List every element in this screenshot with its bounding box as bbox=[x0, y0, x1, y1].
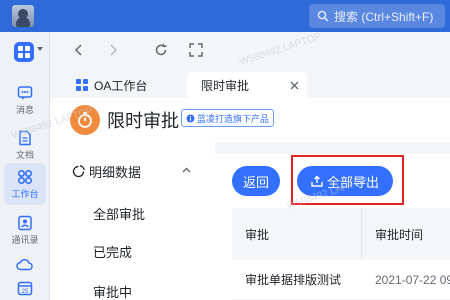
grid-app-icon bbox=[76, 79, 88, 91]
rail-label: 通讯录 bbox=[11, 234, 39, 245]
title-bar: 搜索 (Ctrl+Shift+F) bbox=[0, 0, 450, 32]
vendor-badge-label: 蓝凌打造旗下产品 bbox=[197, 113, 270, 124]
expand-icon bbox=[189, 43, 203, 57]
back-button-label: 返回 bbox=[242, 174, 269, 190]
search-placeholder: 搜索 (Ctrl+Shift+F) bbox=[334, 9, 434, 24]
fullscreen-button[interactable] bbox=[186, 40, 206, 60]
tab-label: OA工作台 bbox=[94, 78, 148, 93]
close-icon[interactable] bbox=[290, 81, 299, 90]
export-panel: 返回 全部导出 审批 审批时间 审批单据排版测试 2021-07-22 09 bbox=[215, 142, 450, 300]
rail-item-messages[interactable]: 消息 bbox=[4, 79, 46, 121]
column-header-time: 审批时间 bbox=[362, 208, 450, 260]
app-title: 限时审批 bbox=[107, 111, 179, 131]
column-header-approval: 审批 bbox=[232, 208, 362, 260]
pie-chart-icon bbox=[72, 165, 85, 178]
rail-label: 消息 bbox=[15, 104, 34, 115]
rail-item-calendar[interactable]: 25 bbox=[4, 276, 46, 300]
workbench-icon bbox=[17, 169, 33, 184]
refresh-icon bbox=[155, 43, 168, 56]
tab-oa-workbench[interactable]: OA工作台 bbox=[76, 72, 147, 98]
table-cell-time: 2021-07-22 09 bbox=[362, 260, 450, 300]
subnav-item-in-progress[interactable]: 审批中 bbox=[93, 282, 132, 300]
apps-grid-icon[interactable] bbox=[14, 42, 34, 62]
search-icon bbox=[317, 10, 329, 22]
detail-subnav: 明细数据 全部审批 已完成 审批中 bbox=[50, 142, 200, 300]
contacts-icon bbox=[18, 215, 32, 230]
back-nav-button[interactable] bbox=[69, 40, 89, 60]
rail-item-contacts[interactable]: 通讯录 bbox=[4, 209, 46, 251]
user-avatar[interactable] bbox=[12, 5, 34, 27]
calendar-icon: 25 bbox=[17, 281, 33, 296]
message-icon bbox=[17, 85, 33, 100]
calendar-day: 25 bbox=[22, 289, 29, 295]
rail-label: 工作台 bbox=[11, 188, 39, 199]
refresh-button[interactable] bbox=[151, 40, 171, 60]
approval-table: 审批 审批时间 审批单据排版测试 2021-07-22 09 bbox=[232, 208, 450, 300]
left-rail: 消息 文档 工作台 通讯录 25 bbox=[0, 32, 50, 300]
info-icon bbox=[186, 114, 195, 122]
apps-caret-icon[interactable] bbox=[37, 47, 43, 51]
cloud-icon bbox=[16, 258, 33, 271]
subnav-header-label: 明细数据 bbox=[89, 165, 142, 180]
chevron-left-icon bbox=[74, 44, 82, 56]
subnav-item-completed[interactable]: 已完成 bbox=[93, 242, 132, 261]
table-cell-approval[interactable]: 审批单据排版测试 bbox=[232, 260, 362, 300]
main-content: 限时审批 蓝凌打造旗下产品 明细数据 全部审批 已完成 审批中 返回 全部导出 … bbox=[50, 98, 450, 300]
export-panel-body: 返回 全部导出 审批 审批时间 审批单据排版测试 2021-07-22 09 bbox=[215, 154, 450, 300]
chevron-right-icon bbox=[110, 44, 118, 56]
subnav-header[interactable]: 明细数据 bbox=[72, 162, 141, 181]
back-button[interactable]: 返回 bbox=[232, 166, 280, 196]
rail-item-workbench[interactable]: 工作台 bbox=[4, 163, 46, 205]
rail-label: 文档 bbox=[15, 149, 34, 160]
vendor-badge: 蓝凌打造旗下产品 bbox=[181, 109, 275, 127]
chevron-up-icon[interactable] bbox=[182, 167, 191, 173]
subnav-item-all[interactable]: 全部审批 bbox=[93, 204, 145, 223]
search-box[interactable]: 搜索 (Ctrl+Shift+F) bbox=[309, 4, 445, 28]
tab-time-limited-approval[interactable]: 限时审批 bbox=[187, 72, 307, 98]
tab-label: 限时审批 bbox=[201, 78, 250, 93]
forward-nav-button[interactable] bbox=[103, 40, 123, 60]
